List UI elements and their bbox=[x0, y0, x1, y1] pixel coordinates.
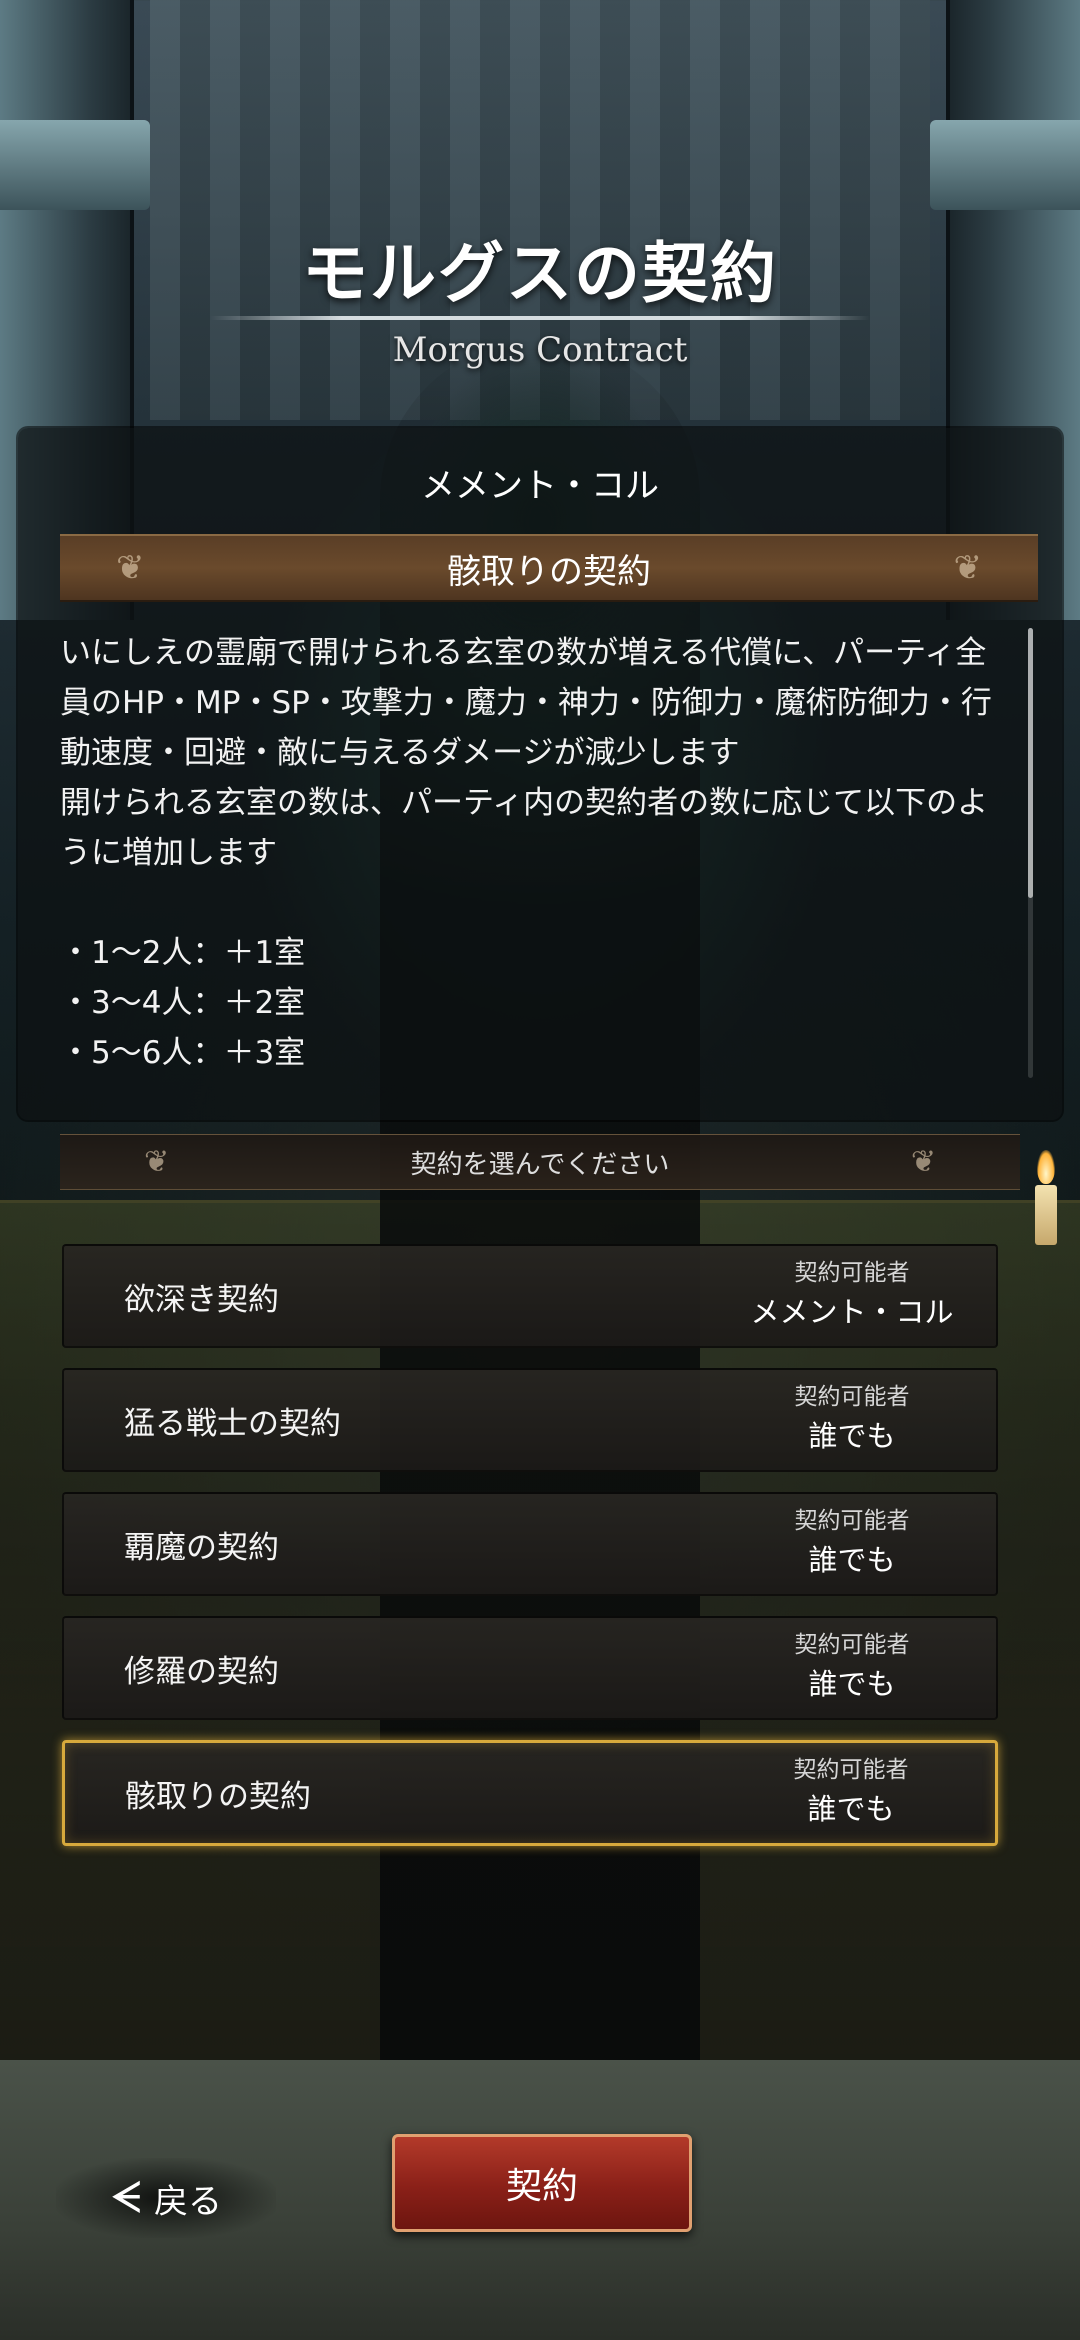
character-name: メメント・コル bbox=[421, 466, 659, 506]
eligibility-label: 契約可能者 bbox=[794, 1632, 910, 1658]
contract-name: 骸取りの契約 bbox=[125, 1778, 311, 1815]
contract-name: 猛る戦士の契約 bbox=[124, 1405, 341, 1442]
contract-eligibility: 契約可能者 誰でも bbox=[722, 1628, 982, 1706]
contract-title: 骸取りの契約 bbox=[447, 551, 651, 592]
description-scrollbar[interactable] bbox=[1028, 628, 1033, 1078]
contract-title-banner: ❦ 骸取りの契約 ❦ bbox=[60, 534, 1038, 602]
ornament-icon: ❦ bbox=[910, 1144, 936, 1180]
description-line: 開けられる玄室の数は、パーティ内の契約者の数に応じて以下のように増加します bbox=[60, 785, 989, 871]
pillar-capital bbox=[0, 120, 150, 210]
eligibility-value: 誰でも bbox=[808, 1419, 896, 1453]
ornament-icon: ❦ bbox=[953, 548, 983, 588]
contract-item[interactable]: 修羅の契約 契約可能者 誰でも bbox=[62, 1616, 998, 1720]
contract-detail-panel: メメント・コル ❦ 骸取りの契約 ❦ いにしえの霊廟で開けられる玄室の数が増える… bbox=[18, 428, 1062, 1120]
contract-eligibility: 契約可能者 誰でも bbox=[722, 1504, 982, 1582]
contract-name: 欲深き契約 bbox=[124, 1281, 279, 1318]
page-title: モルグスの契約 bbox=[302, 234, 778, 312]
contract-button[interactable]: 契約 bbox=[392, 2134, 692, 2232]
candle-flame-icon bbox=[1037, 1150, 1055, 1184]
eligibility-value: 誰でも bbox=[808, 1543, 896, 1577]
contract-item[interactable]: 猛る戦士の契約 契約可能者 誰でも bbox=[62, 1368, 998, 1472]
contract-name: 修羅の契約 bbox=[124, 1653, 279, 1690]
contract-item-selected[interactable]: 骸取りの契約 契約可能者 誰でも bbox=[62, 1740, 998, 1846]
back-label: 戻る bbox=[153, 2181, 222, 2222]
description-line: いにしえの霊廟で開けられる玄室の数が増える代償に、パーティ全員のHP・MP・SP… bbox=[60, 635, 992, 771]
scrollbar-thumb[interactable] bbox=[1028, 628, 1033, 898]
candle-icon bbox=[1035, 1185, 1057, 1245]
contract-item[interactable]: 覇魔の契約 契約可能者 誰でも bbox=[62, 1492, 998, 1596]
description-line: ・1～2人：＋1室 bbox=[60, 935, 306, 971]
description-line: ・3～4人：＋2室 bbox=[60, 985, 306, 1021]
contract-eligibility: 契約可能者 誰でも bbox=[721, 1753, 981, 1831]
contract-eligibility: 契約可能者 誰でも bbox=[722, 1380, 982, 1458]
eligibility-label: 契約可能者 bbox=[794, 1508, 910, 1534]
description-line bbox=[60, 878, 1010, 928]
page-subtitle: Morgus Contract bbox=[392, 330, 688, 370]
back-button[interactable]: ᗕ 戻る bbox=[56, 2158, 276, 2238]
title-divider bbox=[210, 316, 870, 320]
back-arrow-icon: ᗕ bbox=[110, 2172, 142, 2224]
eligibility-value: 誰でも bbox=[808, 1667, 896, 1701]
eligibility-value: 誰でも bbox=[807, 1792, 895, 1826]
contract-name: 覇魔の契約 bbox=[124, 1529, 279, 1566]
contract-eligibility: 契約可能者 メメント・コル bbox=[722, 1256, 982, 1334]
select-prompt: 契約を選んでください bbox=[410, 1149, 670, 1180]
contract-list: 欲深き契約 契約可能者 メメント・コル 猛る戦士の契約 契約可能者 誰でも 覇魔… bbox=[62, 1244, 998, 1866]
select-prompt-banner: ❦ 契約を選んでください ❦ bbox=[60, 1134, 1020, 1190]
contract-item[interactable]: 欲深き契約 契約可能者 メメント・コル bbox=[62, 1244, 998, 1348]
pillar-capital bbox=[930, 120, 1080, 210]
eligibility-label: 契約可能者 bbox=[793, 1757, 909, 1783]
eligibility-label: 契約可能者 bbox=[794, 1384, 910, 1410]
contract-description[interactable]: いにしえの霊廟で開けられる玄室の数が増える代償に、パーティ全員のHP・MP・SP… bbox=[60, 628, 1010, 1078]
description-line: ・5～6人：＋3室 bbox=[60, 1035, 306, 1071]
eligibility-value: メメント・コル bbox=[750, 1295, 954, 1329]
eligibility-label: 契約可能者 bbox=[794, 1260, 910, 1286]
